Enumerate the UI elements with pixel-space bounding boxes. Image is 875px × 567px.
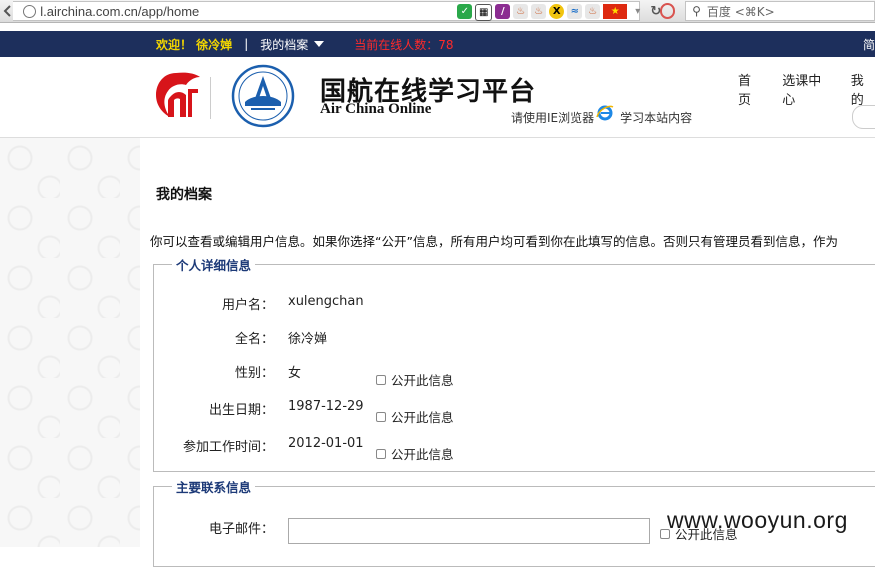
reload-icon[interactable]: ↻ xyxy=(648,4,663,19)
workstart-public-toggle[interactable]: 公开此信息 xyxy=(376,444,454,463)
header-search-input[interactable] xyxy=(852,105,875,129)
intro-text: 你可以查看或编辑用户信息。如果你选择“公开”信息，所有用户均可看到你在此填写的信… xyxy=(150,234,838,249)
site-header: 国航在线学习平台 Air China Online 请使用IE浏览器 学习本站内… xyxy=(0,57,875,138)
watermark: www.wooyun.org xyxy=(667,507,848,533)
online-count: 当前在线人数：78 xyxy=(354,37,454,52)
birthdate-label: 出生日期： xyxy=(208,403,274,418)
gender-public-toggle[interactable]: 公开此信息 xyxy=(376,370,454,389)
personal-details-section: 个人详细信息 用户名： xulengchan 全名： 徐冷婵 性别： 女 公开此… xyxy=(153,255,875,472)
field-row-username: 用户名： xulengchan xyxy=(154,294,854,314)
birthdate-value: 1987-12-29 xyxy=(288,399,364,414)
shield-icon[interactable]: ✓ xyxy=(457,4,473,19)
personal-details-legend: 个人详细信息 xyxy=(176,258,252,273)
x-icon[interactable]: X xyxy=(549,4,565,19)
profile-menu-label: 我的档案 xyxy=(260,37,309,52)
gender-public-label: 公开此信息 xyxy=(391,373,454,388)
simplified-chinese-link[interactable]: 简 xyxy=(863,36,875,53)
caret-down-icon xyxy=(314,41,325,47)
nav-my-link[interactable]: 我的 xyxy=(851,70,875,108)
ie-note-after: 学习本站内容 xyxy=(620,111,693,125)
workstart-value: 2012-01-01 xyxy=(288,436,364,451)
top-nav-bar: 欢迎！ 徐冷婵 | 我的档案 当前在线人数：78 简 xyxy=(0,31,875,57)
java-icon-3[interactable]: ♨ xyxy=(585,4,601,19)
nav-home-link[interactable]: 首页 xyxy=(738,70,762,108)
field-row-gender: 性别： 女 公开此信息 xyxy=(154,362,854,388)
fullname-value: 徐冷婵 xyxy=(288,332,328,347)
username-value: xulengchan xyxy=(288,294,364,309)
welcome-text: 欢迎！ 徐冷婵 xyxy=(156,37,233,52)
decorative-side-pattern xyxy=(0,138,140,547)
logo-divider xyxy=(210,77,211,119)
fullname-label: 全名： xyxy=(234,332,274,347)
ie-browser-note: 请使用IE浏览器 学习本站内容 xyxy=(511,105,693,126)
email-label: 电子邮件： xyxy=(208,522,274,537)
wave-icon[interactable]: ≈ xyxy=(567,4,583,19)
url-text: l.airchina.com.cn/app/home xyxy=(40,3,200,19)
browser-toolbar: l.airchina.com.cn/app/home ✓ ▦ / ♨ ♨ X ≈… xyxy=(0,0,875,23)
profile-menu[interactable]: 我的档案 xyxy=(260,36,325,53)
gender-value: 女 xyxy=(288,366,302,381)
gender-public-checkbox[interactable] xyxy=(376,374,386,385)
contact-info-legend: 主要联系信息 xyxy=(176,480,252,495)
feather-icon[interactable]: / xyxy=(495,4,511,19)
java-icon[interactable]: ♨ xyxy=(513,4,529,19)
air-china-online-seal-logo[interactable] xyxy=(231,64,295,128)
address-bar[interactable]: l.airchina.com.cn/app/home ✓ ▦ / ♨ ♨ X ≈… xyxy=(13,1,661,21)
ie-note-before: 请使用IE浏览器 xyxy=(511,111,595,125)
field-row-birthdate: 出生日期： 1987-12-29 公开此信息 xyxy=(154,399,854,425)
gender-label: 性别： xyxy=(234,366,274,381)
air-china-phoenix-logo[interactable] xyxy=(150,69,202,121)
browser-search-box[interactable]: ⚲ 百度 <⌘K> xyxy=(685,1,875,21)
username-label: 用户名： xyxy=(221,298,274,313)
workstart-label: 参加工作时间： xyxy=(182,440,274,455)
magnifier-icon: ⚲ xyxy=(692,4,701,18)
dropdown-icon[interactable]: ▾ xyxy=(630,4,645,19)
birthdate-public-label: 公开此信息 xyxy=(391,410,454,425)
china-flag-icon[interactable]: ★ xyxy=(603,4,628,19)
workstart-public-label: 公开此信息 xyxy=(391,447,454,462)
field-row-workstart: 参加工作时间： 2012-01-01 公开此信息 xyxy=(154,436,854,462)
nav-course-center-link[interactable]: 选课中心 xyxy=(782,70,831,108)
site-title-english: Air China Online xyxy=(320,101,432,117)
back-icon[interactable] xyxy=(0,1,13,21)
internet-explorer-icon xyxy=(596,105,614,120)
birthdate-public-toggle[interactable]: 公开此信息 xyxy=(376,407,454,426)
qr-code-icon[interactable]: ▦ xyxy=(475,4,493,21)
main-content: 我的档案 你可以查看或编辑用户信息。如果你选择“公开”信息，所有用户均可看到你在… xyxy=(140,138,875,567)
field-row-fullname: 全名： 徐冷婵 xyxy=(154,328,854,348)
page-title: 我的档案 xyxy=(156,187,212,203)
java-icon-2[interactable]: ♨ xyxy=(531,4,547,19)
workstart-public-checkbox[interactable] xyxy=(376,448,386,459)
birthdate-public-checkbox[interactable] xyxy=(376,411,386,422)
bar-separator: | xyxy=(244,37,249,51)
email-field[interactable] xyxy=(288,518,650,544)
header-nav: 首页 选课中心 我的 xyxy=(738,70,875,108)
browser-search-placeholder: 百度 <⌘K> xyxy=(706,4,775,19)
globe-icon xyxy=(23,4,37,18)
